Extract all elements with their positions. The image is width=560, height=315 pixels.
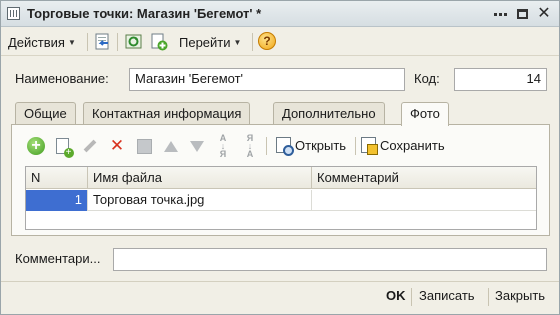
photo-table[interactable]: N Имя файла Комментарий 1 Торговая точка… — [25, 166, 537, 230]
cell-comment[interactable] — [312, 190, 536, 211]
footer-divider — [488, 288, 489, 306]
sort-ascending-icon[interactable]: A ↓ Я — [214, 134, 232, 159]
footer-divider — [1, 281, 559, 282]
toolbar-divider — [355, 137, 356, 155]
write-button[interactable]: Записать — [419, 288, 475, 303]
window-title: Торговые точки: Магазин 'Бегемот' * — [27, 6, 262, 21]
column-header-comment[interactable]: Комментарий — [312, 167, 536, 189]
write-and-close-icon[interactable] — [93, 32, 113, 52]
cell-n[interactable]: 1 — [26, 190, 88, 211]
sort-descending-icon[interactable]: Я ↓ A — [241, 134, 259, 159]
create-based-on-icon[interactable] — [149, 32, 169, 52]
close-button[interactable]: Закрыть — [495, 288, 545, 303]
actions-menu-label: Действия — [8, 34, 65, 50]
goto-menu-label: Перейти — [179, 34, 231, 50]
form-icon — [7, 7, 20, 20]
name-label: Наименование: — [15, 71, 109, 86]
tab-contact-info[interactable]: Контактная информация — [83, 102, 251, 125]
add-row-icon[interactable]: + — [27, 137, 45, 155]
save-file-icon — [361, 137, 378, 155]
goto-menu-button[interactable]: Перейти ▼ — [179, 32, 241, 52]
column-header-n[interactable]: N — [26, 167, 88, 189]
edit-row-icon[interactable] — [81, 137, 99, 155]
tab-general[interactable]: Общие — [15, 102, 76, 125]
actions-menu-button[interactable]: Действия ▼ — [8, 32, 76, 52]
refresh-icon[interactable] — [124, 32, 144, 52]
cell-filename[interactable]: Торговая точка.jpg — [88, 190, 312, 211]
chevron-down-icon: ▼ — [233, 37, 242, 47]
move-down-icon[interactable] — [188, 137, 206, 155]
save-file-button[interactable]: Сохранить — [361, 137, 445, 155]
tab-additional[interactable]: Дополнительно — [273, 102, 385, 125]
save-row-icon[interactable] — [135, 137, 153, 155]
column-header-filename[interactable]: Имя файла — [88, 167, 312, 189]
help-icon[interactable]: ? — [258, 32, 278, 52]
title-bar: Торговые точки: Магазин 'Бегемот' * ✕ — [1, 1, 559, 27]
chevron-down-icon: ▼ — [67, 37, 76, 47]
maximize-icon[interactable] — [513, 5, 531, 23]
tab-photo[interactable]: Фото — [401, 102, 449, 126]
code-field[interactable]: 14 — [454, 68, 547, 91]
name-field[interactable]: Магазин 'Бегемот' — [129, 68, 405, 91]
table-row[interactable]: 1 Торговая точка.jpg — [26, 190, 536, 211]
copy-row-icon[interactable] — [53, 137, 74, 158]
comment-field[interactable] — [113, 248, 547, 271]
toolbar-divider — [117, 33, 118, 51]
main-toolbar: Действия ▼ Перейти ▼ ? — [1, 28, 559, 56]
ok-button[interactable]: OK — [386, 288, 406, 303]
more-icon[interactable] — [491, 5, 509, 23]
move-up-icon[interactable] — [162, 137, 180, 155]
toolbar-divider — [87, 33, 88, 51]
save-file-label: Сохранить — [380, 137, 445, 153]
close-icon[interactable]: ✕ — [535, 5, 553, 23]
toolbar-divider — [266, 137, 267, 155]
table-header: N Имя файла Комментарий — [26, 167, 536, 189]
delete-row-icon[interactable]: ✕ — [108, 136, 126, 155]
open-file-label: Открыть — [295, 137, 347, 153]
toolbar-divider — [252, 33, 253, 51]
footer-divider — [411, 288, 412, 306]
form-window: Торговые точки: Магазин 'Бегемот' * ✕ Де… — [0, 0, 560, 315]
comment-label: Комментари... — [15, 251, 101, 266]
code-label: Код: — [414, 71, 440, 86]
open-file-icon — [276, 137, 294, 156]
open-file-button[interactable]: Открыть — [276, 137, 347, 156]
